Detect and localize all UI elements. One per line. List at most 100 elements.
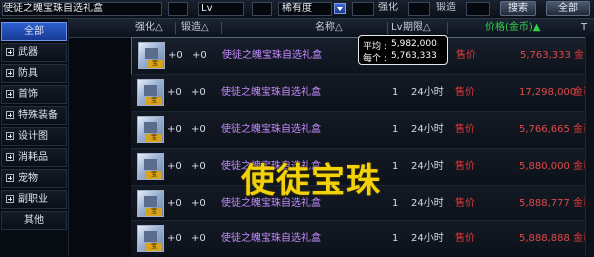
sidebar-item-pet[interactable]: 宠物 bbox=[1, 169, 67, 188]
expand-plus-icon[interactable] bbox=[6, 153, 14, 161]
header-forge[interactable]: 锻造△ bbox=[181, 21, 209, 35]
header-price[interactable]: 价格(金币)▲ bbox=[485, 21, 541, 35]
item-tag: 宝 bbox=[146, 134, 162, 142]
row-time: 24小时 bbox=[411, 161, 444, 172]
expand-plus-icon[interactable] bbox=[6, 195, 14, 203]
table-row[interactable]: 宝 +0 +0 使徒之魄宝珠自选礼盒 1 24小时 售价 17,298,000 … bbox=[131, 74, 594, 112]
row-forge: +0 bbox=[191, 161, 206, 172]
row-time: 24小时 bbox=[411, 124, 444, 135]
header-divider bbox=[447, 22, 448, 34]
toolbar: 使徒之魄宝珠自选礼盒 Lv 稀有度 强化 锻造 搜索 全部 bbox=[0, 0, 594, 19]
price-tooltip: 平均 : 5,982,000 每个 : 5,763,333 bbox=[358, 35, 448, 65]
row-strengthen: +0 bbox=[167, 161, 182, 172]
table-row[interactable]: 宝 +0 +0 使徒之魄宝珠自选礼盒 1 24小时 售价 5,888,888 金… bbox=[131, 220, 594, 257]
expand-plus-icon[interactable] bbox=[6, 111, 14, 119]
all-button[interactable]: 全部 bbox=[546, 1, 590, 16]
row-strengthen: +0 bbox=[167, 124, 182, 135]
row-item-name: 使徒之魄宝珠自选礼盒 bbox=[221, 124, 321, 135]
sidebar-item-special-equipment[interactable]: 特殊装备 bbox=[1, 106, 67, 125]
row-time: 24小时 bbox=[411, 87, 444, 98]
expand-plus-icon[interactable] bbox=[6, 90, 14, 98]
scrollbar[interactable] bbox=[585, 37, 594, 256]
gift-box-icon: 宝 bbox=[137, 79, 164, 106]
row-forge: +0 bbox=[191, 198, 206, 209]
sidebar-item-label: 特殊装备 bbox=[18, 110, 58, 121]
row-item-name: 使徒之魄宝珠自选礼盒 bbox=[221, 87, 321, 98]
search-button[interactable]: 搜索 bbox=[500, 1, 536, 16]
item-tag: 宝 bbox=[146, 97, 162, 105]
gift-box-icon: 宝 bbox=[138, 42, 165, 69]
header-divider bbox=[387, 22, 388, 34]
row-price: 5,888,888 bbox=[519, 233, 570, 244]
expand-plus-icon[interactable] bbox=[6, 69, 14, 77]
gift-shape bbox=[144, 85, 157, 96]
row-forge: +0 bbox=[192, 50, 207, 61]
lv-field[interactable]: Lv bbox=[198, 2, 244, 16]
sidebar-item-sub-profession[interactable]: 副职业 bbox=[1, 190, 67, 209]
item-tag: 宝 bbox=[147, 60, 163, 68]
header-extra[interactable]: T bbox=[581, 21, 587, 35]
header-period[interactable]: 期限△ bbox=[403, 21, 431, 35]
category-sidebar: 全部 武器 防具 首饰 特殊装备 设计图 消耗品 宠物 副职业 其他 bbox=[0, 19, 69, 256]
row-lv: 1 bbox=[392, 233, 399, 244]
sidebar-item-label: 消耗品 bbox=[18, 152, 48, 163]
expand-plus-icon[interactable] bbox=[6, 48, 14, 56]
row-lv: 1 bbox=[392, 124, 399, 135]
row-price: 5,763,333 bbox=[520, 50, 571, 61]
gift-box-icon: 宝 bbox=[137, 190, 164, 217]
sidebar-item-weapon[interactable]: 武器 bbox=[1, 43, 67, 62]
row-sell-label: 售价 bbox=[455, 198, 475, 209]
sidebar-item-label: 首饰 bbox=[18, 89, 38, 100]
row-price: 17,298,000 bbox=[519, 87, 577, 98]
sidebar-item-label: 全部 bbox=[24, 26, 44, 37]
sidebar-item-label: 其他 bbox=[24, 215, 44, 226]
header-divider bbox=[221, 22, 222, 34]
row-time: 24小时 bbox=[411, 198, 444, 209]
row-price: 5,888,777 bbox=[519, 198, 570, 209]
row-strengthen: +0 bbox=[168, 50, 183, 61]
sidebar-item-accessory[interactable]: 首饰 bbox=[1, 85, 67, 104]
sidebar-item-consumable[interactable]: 消耗品 bbox=[1, 148, 67, 167]
expand-plus-icon[interactable] bbox=[6, 132, 14, 140]
strengthen-min-field[interactable] bbox=[352, 2, 374, 16]
forge-field[interactable] bbox=[466, 2, 490, 16]
gift-box-icon: 宝 bbox=[137, 225, 164, 252]
strengthen-label: 强化 bbox=[378, 2, 398, 13]
table-row[interactable]: 宝 +0 +0 使徒之魄宝珠自选礼盒 1 24小时 售价 5,766,665 金… bbox=[131, 111, 594, 149]
gift-shape bbox=[145, 48, 158, 59]
row-strengthen: +0 bbox=[167, 198, 182, 209]
overlay-caption: 使徒宝珠 bbox=[241, 161, 381, 201]
sidebar-item-blueprint[interactable]: 设计图 bbox=[1, 127, 67, 146]
row-forge: +0 bbox=[191, 233, 206, 244]
row-lv: 1 bbox=[392, 198, 399, 209]
row-forge: +0 bbox=[191, 87, 206, 98]
row-price: 5,880,000 bbox=[519, 161, 570, 172]
header-strengthen[interactable]: 强化△ bbox=[135, 21, 163, 35]
gift-box-icon: 宝 bbox=[137, 153, 164, 180]
gift-shape bbox=[144, 122, 157, 133]
lv-max-field[interactable] bbox=[252, 2, 272, 16]
row-item-name: 使徒之魄宝珠自选礼盒 bbox=[221, 233, 321, 244]
header-name[interactable]: 名称△ bbox=[315, 21, 343, 35]
expand-plus-icon[interactable] bbox=[6, 174, 14, 182]
row-item-name: 使徒之魄宝珠自选礼盒 bbox=[222, 50, 322, 61]
strengthen-max-field[interactable] bbox=[408, 2, 430, 16]
sidebar-item-all[interactable]: 全部 bbox=[1, 22, 67, 41]
row-lv: 1 bbox=[392, 87, 399, 98]
forge-label: 锻造 bbox=[436, 2, 456, 13]
tooltip-each-value: 5,763,333 bbox=[391, 51, 437, 61]
sidebar-item-label: 武器 bbox=[18, 47, 38, 58]
gift-box-icon: 宝 bbox=[137, 116, 164, 143]
row-sell-label: 售价 bbox=[455, 233, 475, 244]
rarity-select[interactable]: 稀有度 bbox=[278, 2, 332, 16]
search-input[interactable]: 使徒之魄宝珠自选礼盒 bbox=[2, 2, 162, 16]
header-lv[interactable]: Lv bbox=[391, 21, 403, 35]
rarity-dropdown-icon[interactable] bbox=[334, 3, 346, 14]
row-sell-label: 售价 bbox=[456, 50, 476, 61]
row-price: 5,766,665 bbox=[519, 124, 570, 135]
gift-shape bbox=[144, 196, 157, 207]
sidebar-item-other[interactable]: 其他 bbox=[1, 211, 67, 230]
filter-box[interactable] bbox=[168, 2, 188, 16]
sidebar-item-armor[interactable]: 防具 bbox=[1, 64, 67, 83]
header-divider bbox=[175, 22, 176, 34]
